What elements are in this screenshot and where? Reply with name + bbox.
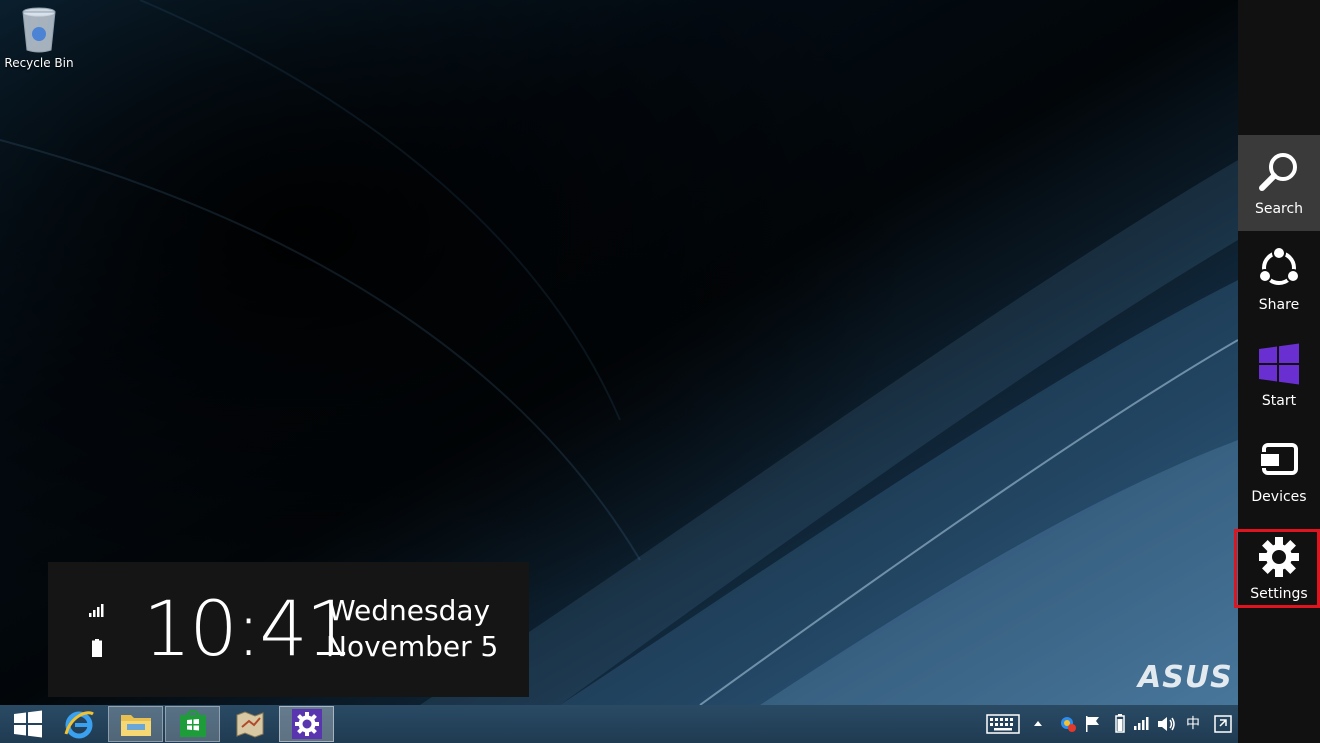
search-icon bbox=[1259, 153, 1297, 191]
devices-icon bbox=[1259, 443, 1298, 475]
battery-icon bbox=[92, 639, 102, 657]
signal-icon[interactable] bbox=[1134, 716, 1150, 730]
asus-watermark: ASUS bbox=[1138, 660, 1233, 695]
lock-clock-overlay: 10:41 Wednesday November 5 bbox=[48, 562, 529, 697]
taskbar-internet-explorer[interactable] bbox=[51, 706, 106, 742]
snap-icon[interactable] bbox=[1214, 715, 1232, 733]
taskbar-settings[interactable] bbox=[279, 706, 334, 742]
taskbar-maps[interactable] bbox=[222, 706, 277, 742]
gear-icon bbox=[291, 709, 322, 739]
charm-start[interactable]: Start bbox=[1238, 327, 1320, 423]
signal-strength-icon bbox=[89, 604, 104, 617]
settings-charm-highlight bbox=[1234, 529, 1320, 608]
touch-keyboard-icon[interactable] bbox=[986, 714, 1020, 734]
store-icon bbox=[179, 710, 206, 737]
volume-icon[interactable] bbox=[1157, 715, 1177, 733]
charm-share-label: Share bbox=[1258, 297, 1300, 313]
network-app-icon[interactable] bbox=[1059, 715, 1077, 733]
charm-start-label: Start bbox=[1261, 393, 1297, 409]
recycle-bin-icon bbox=[22, 7, 56, 53]
charm-devices[interactable]: Devices bbox=[1238, 423, 1320, 519]
share-icon bbox=[1258, 246, 1300, 285]
folder-icon bbox=[120, 715, 151, 736]
charms-bar: Search Share Start Devices Settings bbox=[1238, 0, 1320, 743]
map-icon bbox=[236, 711, 263, 738]
taskbar-store[interactable] bbox=[165, 706, 220, 742]
windows-logo-icon bbox=[1259, 343, 1299, 385]
internet-explorer-icon bbox=[64, 711, 94, 739]
charm-search[interactable]: Search bbox=[1238, 135, 1320, 231]
clock-date: November 5 bbox=[326, 630, 499, 663]
clock-day: Wednesday bbox=[328, 594, 491, 627]
action-center-flag-icon[interactable] bbox=[1085, 715, 1101, 733]
asus-watermark-text: ASUS bbox=[1138, 660, 1233, 695]
show-hidden-icons-chevron[interactable] bbox=[1033, 719, 1043, 727]
clock-time: 10:41 bbox=[143, 584, 354, 673]
taskbar: 中 bbox=[0, 705, 1238, 743]
battery-icon[interactable] bbox=[1115, 714, 1125, 733]
taskbar-start-button[interactable] bbox=[0, 706, 55, 742]
windows-logo-icon bbox=[13, 710, 42, 738]
recycle-bin-label: Recycle Bin bbox=[4, 56, 74, 70]
ime-chinese-icon[interactable]: 中 bbox=[1186, 713, 1200, 733]
taskbar-file-explorer[interactable] bbox=[108, 706, 163, 742]
charm-search-label: Search bbox=[1254, 201, 1304, 217]
recycle-bin-shortcut[interactable]: Recycle Bin bbox=[4, 4, 74, 70]
charm-devices-label: Devices bbox=[1251, 489, 1307, 505]
charm-share[interactable]: Share bbox=[1238, 231, 1320, 327]
